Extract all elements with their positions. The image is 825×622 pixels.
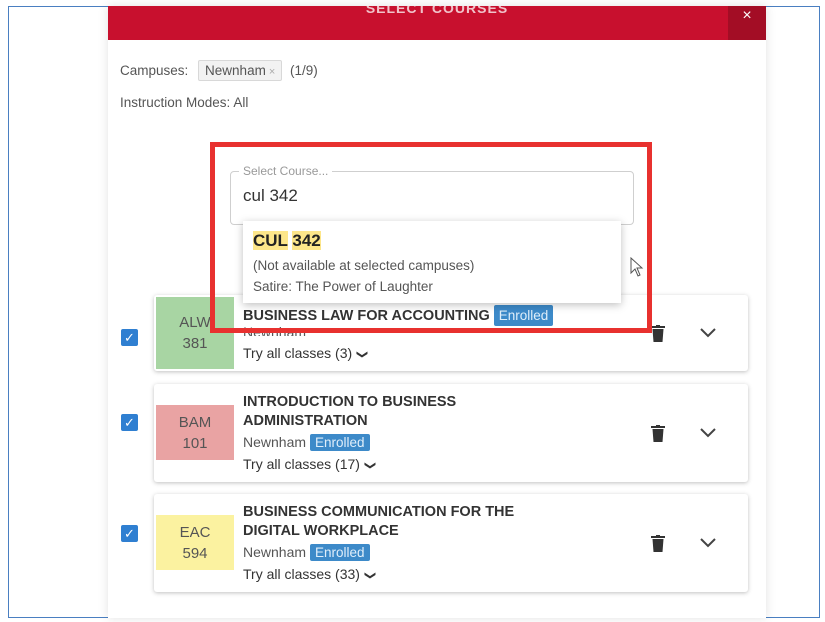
- course-number: 381: [182, 335, 208, 352]
- course-campus-text: Newnham: [243, 434, 307, 450]
- course-search-input[interactable]: [243, 186, 623, 206]
- course-code-box: EAC 594: [156, 515, 234, 570]
- course-title: INTRODUCTION TO BUSINESS ADMINISTRATION: [243, 394, 457, 429]
- try-all-classes[interactable]: Try all classes (17) ❯: [243, 456, 377, 472]
- course-number: 101: [182, 434, 208, 452]
- course-checkbox-alw381[interactable]: ✓: [121, 329, 138, 346]
- course-subject: BAM: [178, 413, 212, 431]
- suggestion-code-number: 342: [292, 231, 321, 250]
- mouse-cursor-icon: [630, 257, 644, 277]
- enrolled-badge: Enrolled: [310, 434, 370, 451]
- course-number: 594: [182, 544, 208, 562]
- chevron-down-icon: ❯: [364, 460, 377, 471]
- suggestion-note: (Not available at selected campuses): [253, 258, 475, 273]
- try-all-label: Try all classes (3): [243, 345, 353, 361]
- try-all-classes[interactable]: Try all classes (3) ❯: [243, 345, 369, 361]
- course-campus: Newnham: [243, 324, 307, 336]
- course-card-bam101: BAM 101 INTRODUCTION TO BUSINESS ADMINIS…: [154, 384, 748, 482]
- instruction-modes-filter: Instruction Modes: All: [120, 95, 248, 110]
- trash-icon[interactable]: [651, 535, 665, 552]
- course-title-text: BUSINESS LAW FOR ACCOUNTING: [243, 308, 490, 324]
- panel-title: SELECT COURSES: [365, 6, 509, 16]
- panel-header: SELECT COURSES ×: [108, 6, 766, 40]
- enrolled-badge: Enrolled: [310, 544, 370, 561]
- suggestion-title: Satire: The Power of Laughter: [253, 279, 433, 294]
- chip-remove-icon[interactable]: ×: [269, 66, 275, 78]
- trash-icon[interactable]: [651, 425, 665, 442]
- expand-chevron-icon[interactable]: [700, 328, 716, 338]
- course-card-alw381: ALW 381 BUSINESS LAW FOR ACCOUNTING Enrol…: [154, 295, 748, 371]
- course-checkbox-bam101[interactable]: ✓: [121, 414, 138, 431]
- course-code-box: ALW 381: [156, 297, 234, 369]
- try-all-classes[interactable]: Try all classes (33) ❯: [243, 566, 377, 582]
- chevron-down-icon: ❯: [356, 349, 369, 360]
- modes-label: Instruction Modes:: [120, 95, 231, 110]
- course-title: BUSINESS LAW FOR ACCOUNTING Enrolled: [243, 305, 583, 326]
- checkmark-icon: ✓: [124, 415, 135, 430]
- course-campus-text: Newnham: [243, 544, 307, 560]
- course-checkbox-eac594[interactable]: ✓: [121, 525, 138, 542]
- expand-chevron-icon[interactable]: [700, 428, 716, 438]
- course-search-field[interactable]: Select Course...: [230, 164, 634, 225]
- suggestion-code: CUL 342: [253, 231, 321, 251]
- course-campus: Newnham Enrolled: [243, 544, 370, 561]
- campuses-filter: Campuses: Newnham × (1/9): [120, 60, 318, 81]
- search-label: Select Course...: [239, 164, 333, 178]
- try-all-label: Try all classes (17): [243, 456, 360, 472]
- course-campus: Newnham Enrolled: [243, 434, 370, 451]
- course-subject: ALW: [179, 314, 211, 331]
- suggestion-code-subject: CUL: [253, 231, 288, 250]
- suggestion-dropdown[interactable]: CUL 342 (Not available at selected campu…: [243, 221, 621, 303]
- course-subject: EAC: [179, 523, 211, 541]
- trash-icon[interactable]: [651, 325, 665, 342]
- campus-chip-newnham[interactable]: Newnham ×: [198, 60, 283, 81]
- chevron-down-icon: ❯: [364, 570, 377, 581]
- expand-chevron-icon[interactable]: [700, 538, 716, 548]
- course-title: BUSINESS COMMUNICATION FOR THE DIGITAL W…: [243, 504, 515, 539]
- checkmark-icon: ✓: [124, 526, 135, 541]
- enrolled-badge: Enrolled: [493, 305, 554, 326]
- course-card-eac594: EAC 594 BUSINESS COMMUNICATION FOR THE D…: [154, 494, 748, 592]
- try-all-label: Try all classes (33): [243, 566, 360, 582]
- campus-count: (1/9): [290, 63, 318, 78]
- modes-value[interactable]: All: [233, 95, 248, 110]
- campus-chip-label: Newnham: [205, 63, 266, 78]
- checkmark-icon: ✓: [124, 330, 135, 345]
- course-code-box: BAM 101: [156, 405, 234, 460]
- campuses-label: Campuses:: [120, 63, 189, 78]
- close-button[interactable]: ×: [728, 6, 766, 40]
